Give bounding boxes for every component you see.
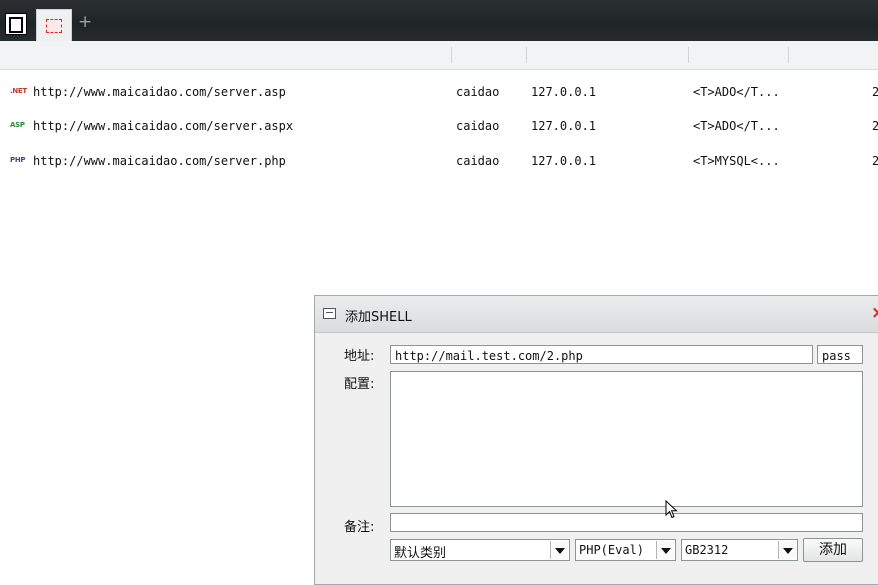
chevron-down-icon[interactable] [656, 541, 674, 559]
dialog-title: 添加SHELL [345, 310, 412, 325]
encoding-value: GB2312 [685, 543, 729, 557]
config-textarea[interactable] [390, 371, 863, 507]
list-item[interactable]: PHP http://www.maicaidao.com/server.php … [0, 150, 878, 172]
php-type-icon: PHP [10, 156, 26, 164]
shell-extra: 2 [872, 119, 878, 133]
window-icon [323, 308, 336, 319]
dotnet-type-icon: .NET [10, 87, 27, 95]
shell-list-icon [46, 19, 62, 33]
chevron-down-icon[interactable] [778, 541, 796, 559]
asp-type-icon: ASP [10, 121, 25, 129]
shell-extra: 2 [872, 154, 878, 168]
add-button[interactable]: 添加 [803, 538, 863, 562]
list-item[interactable]: .NET http://www.maicaidao.com/server.asp… [0, 81, 878, 103]
column-divider[interactable] [526, 47, 527, 63]
address-label: 地址: [344, 349, 375, 364]
dialog-titlebar[interactable]: 添加SHELL × [315, 296, 878, 333]
encoding-select[interactable]: GB2312 [681, 539, 798, 561]
shell-password: caidao [456, 85, 500, 99]
column-divider[interactable] [788, 47, 789, 63]
column-divider[interactable] [451, 47, 452, 63]
shell-url: http://www.maicaidao.com/server.php [33, 154, 286, 168]
category-select[interactable]: 默认类别 [390, 539, 570, 561]
shell-password: caidao [456, 119, 500, 133]
window-menu-icon[interactable] [5, 13, 27, 35]
list-header [0, 41, 878, 70]
tab-shell-list[interactable] [36, 9, 72, 41]
new-tab-plus-icon[interactable]: + [78, 14, 92, 31]
category-value: 默认类别 [394, 546, 447, 561]
shell-ip: 127.0.0.1 [531, 119, 597, 133]
shell-config: <T>ADO</T... [693, 119, 780, 133]
mouse-cursor-icon [665, 500, 678, 519]
tab-bar: + [0, 0, 878, 41]
script-type-select[interactable]: PHP(Eval) [575, 539, 676, 561]
address-input[interactable]: http://mail.test.com/2.php [390, 345, 813, 364]
shell-url: http://www.maicaidao.com/server.asp [33, 85, 286, 99]
shell-config: <T>MYSQL<... [693, 154, 780, 168]
password-input[interactable]: pass [817, 345, 863, 364]
shell-password: caidao [456, 154, 500, 168]
shell-ip: 127.0.0.1 [531, 85, 597, 99]
shell-url: http://www.maicaidao.com/server.aspx [33, 119, 294, 133]
note-input[interactable] [390, 513, 863, 532]
add-shell-dialog: 添加SHELL × 地址: http://mail.test.com/2.php… [314, 295, 878, 585]
note-label: 备注: [344, 520, 375, 535]
config-label: 配置: [344, 377, 375, 392]
shell-ip: 127.0.0.1 [531, 154, 597, 168]
close-icon[interactable]: × [871, 303, 878, 323]
list-item[interactable]: ASP http://www.maicaidao.com/server.aspx… [0, 115, 878, 137]
script-type-value: PHP(Eval) [579, 543, 645, 557]
shell-extra: 2 [872, 85, 878, 99]
column-divider[interactable] [688, 47, 689, 63]
shell-config: <T>ADO</T... [693, 85, 780, 99]
chevron-down-icon[interactable] [550, 541, 568, 559]
